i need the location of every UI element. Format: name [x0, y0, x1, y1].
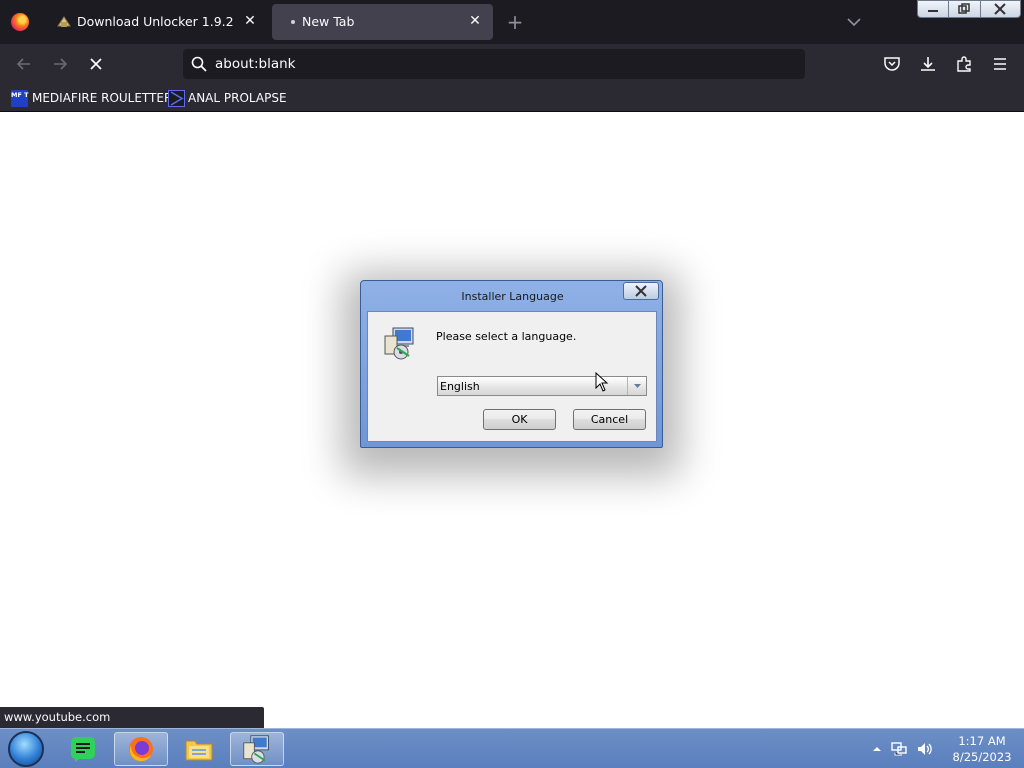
taskbar-installer[interactable] [230, 732, 284, 766]
tab-new-tab[interactable]: New Tab ✕ [272, 4, 493, 40]
mediafire-bookmark-icon: MF T [11, 89, 29, 107]
clock-date: 8/25/2023 [952, 750, 1012, 764]
system-tray [872, 737, 944, 761]
sigma-bookmark-icon [168, 89, 185, 107]
installer-icon [384, 327, 414, 360]
status-url: www.youtube.com [0, 707, 264, 728]
navigation-toolbar [0, 44, 1024, 84]
start-button[interactable] [6, 731, 46, 767]
show-hidden-icons-icon[interactable] [872, 744, 882, 754]
search-icon [191, 56, 207, 72]
ok-button[interactable]: OK [483, 409, 556, 430]
dialog-close-button[interactable] [623, 282, 659, 300]
close-tab-icon[interactable]: ✕ [465, 11, 485, 31]
forward-button[interactable] [48, 52, 72, 76]
language-value: English [440, 380, 480, 393]
unlocker-icon [57, 16, 71, 27]
mouse-pointer-icon [595, 372, 609, 392]
bookmark-label: MEDIAFIRE ROULETTER [32, 91, 173, 105]
bookmarks-toolbar: MF T MEDIAFIRE ROULETTER ANAL PROLAPSE [0, 84, 1024, 112]
dropdown-arrow-icon[interactable] [627, 377, 646, 395]
installer-icon [243, 735, 269, 764]
pocket-icon [884, 57, 900, 71]
url-input[interactable] [215, 49, 795, 79]
chevron-down-icon[interactable] [844, 12, 864, 32]
menu-button[interactable] [988, 52, 1012, 76]
cancel-button[interactable]: Cancel [573, 409, 646, 430]
dialog-body: Please select a language. English OK Can… [367, 311, 657, 442]
language-select[interactable]: English [437, 376, 647, 396]
restore-icon [958, 3, 971, 14]
bookmark-mediafire-rouletter[interactable]: MF T MEDIAFIRE ROULETTER [11, 89, 172, 107]
taskbar-firefox[interactable] [114, 732, 168, 766]
pocket-button[interactable] [880, 52, 904, 76]
network-icon[interactable] [890, 741, 908, 757]
minimize-button[interactable] [917, 0, 950, 18]
green-notes-icon [71, 737, 95, 762]
tab-download-unlocker[interactable]: Download Unlocker 1.9.2 ✕ [44, 4, 268, 40]
language-prompt: Please select a language. [436, 330, 577, 343]
close-icon [994, 3, 1006, 15]
hamburger-menu-icon [994, 58, 1006, 70]
taskbar-notes-app[interactable] [56, 732, 110, 766]
dot-icon [291, 20, 295, 24]
minimize-icon [928, 10, 939, 12]
close-tab-icon[interactable]: ✕ [240, 11, 260, 31]
volume-icon[interactable] [916, 741, 934, 757]
tab-strip: Download Unlocker 1.9.2 ✕ New Tab ✕ + [0, 0, 1024, 44]
taskbar-explorer[interactable] [172, 732, 226, 766]
close-icon [635, 285, 647, 297]
installer-language-dialog: Installer Language Please select a langu… [360, 280, 663, 448]
explorer-icon [185, 740, 213, 761]
taskbar-clock[interactable]: 1:17 AM 8/25/2023 [946, 733, 1018, 765]
taskbar: 1:17 AM 8/25/2023 [0, 728, 1024, 768]
extensions-button[interactable] [952, 52, 976, 76]
tab-label: New Tab [302, 14, 355, 29]
back-button[interactable] [12, 52, 36, 76]
arrow-right-icon [54, 58, 68, 70]
firefox-logo-icon[interactable] [11, 13, 29, 31]
url-bar[interactable] [183, 49, 805, 79]
puzzle-piece-icon [957, 56, 971, 72]
downloads-button[interactable] [916, 52, 940, 76]
close-window-button[interactable] [979, 0, 1021, 18]
clock-time: 1:17 AM [958, 734, 1006, 748]
bookmark-label: ANAL PROLAPSE [188, 91, 287, 105]
dialog-title: Installer Language [461, 290, 564, 303]
new-tab-plus-icon[interactable]: + [503, 10, 527, 34]
firefox-icon [129, 737, 153, 762]
bookmark-anal-prolapse[interactable]: ANAL PROLAPSE [168, 89, 287, 107]
restore-button[interactable] [948, 0, 981, 18]
download-icon [921, 57, 935, 71]
window-controls [917, 0, 1021, 18]
start-orb-icon [8, 731, 44, 767]
stop-x-icon [90, 58, 102, 70]
tab-label: Download Unlocker 1.9.2 [77, 14, 234, 29]
stop-button[interactable] [84, 52, 108, 76]
arrow-left-icon [16, 58, 30, 70]
